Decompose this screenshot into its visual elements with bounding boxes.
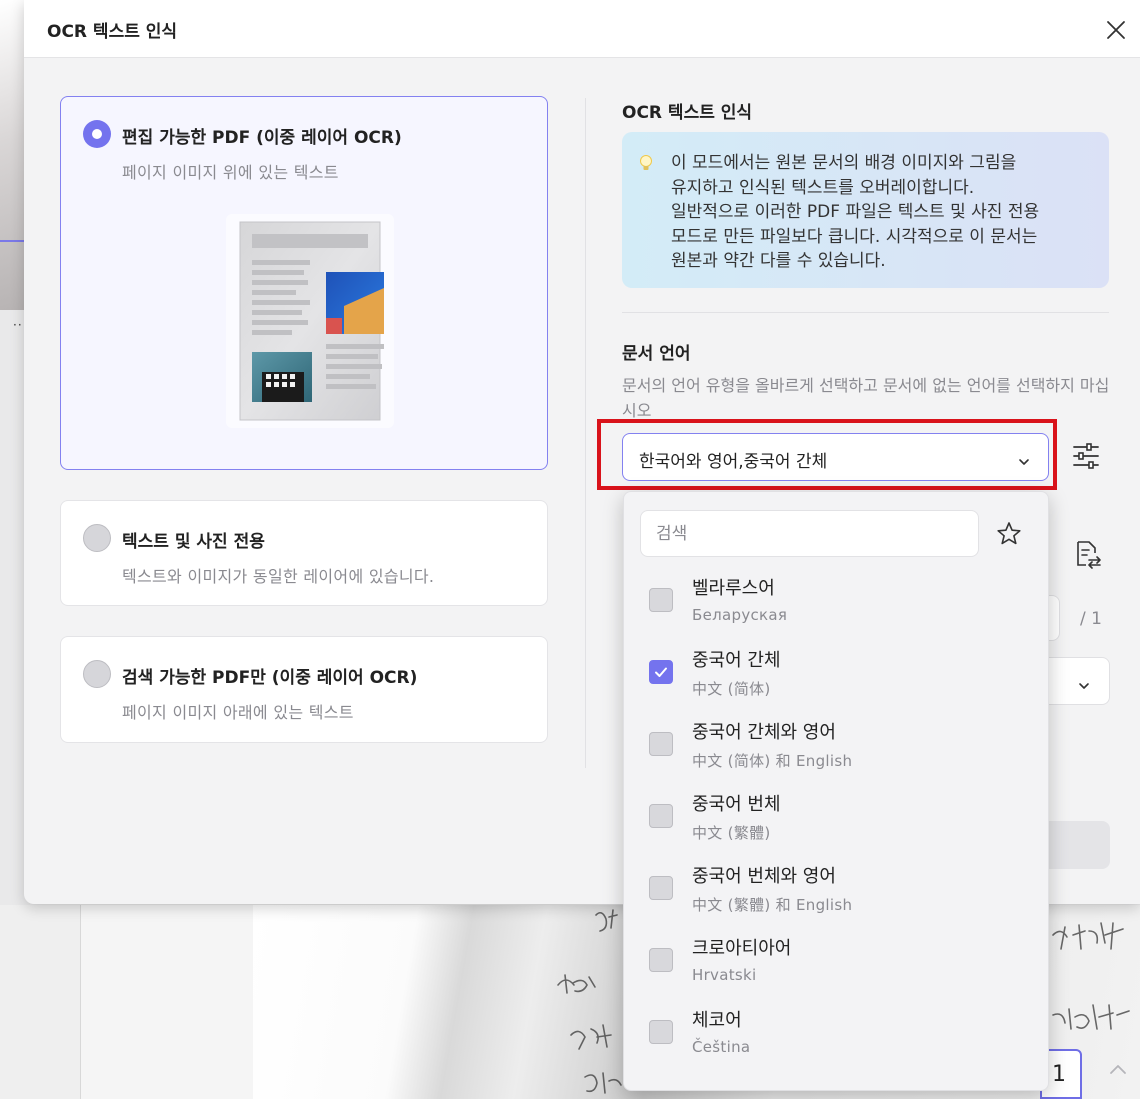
- checkbox-icon[interactable]: [649, 948, 673, 972]
- close-icon: [1107, 21, 1125, 39]
- language-search-input[interactable]: [656, 522, 956, 546]
- lightbulb-icon: [639, 154, 653, 172]
- mode-info-text: 이 모드에서는 원본 문서의 배경 이미지와 그림을 유지하고 인식된 텍스트를…: [671, 151, 1101, 274]
- document-preview-illustration: [226, 214, 394, 428]
- language-native-name: Беларуская: [692, 606, 788, 624]
- language-option[interactable]: 크로아티아어 Hrvatski: [624, 924, 1048, 996]
- checkbox-icon[interactable]: [649, 732, 673, 756]
- radio-icon[interactable]: [83, 524, 111, 552]
- language-select[interactable]: 한국어와 영어,중국어 간체: [622, 433, 1049, 481]
- language-native-name: Čeština: [692, 1038, 751, 1056]
- language-native-name: 中文 (繁體) 和 English: [692, 896, 853, 914]
- language-dropdown: 벨라루스어 Беларуская 중국어 간체 中文 (简体) 중국어 간체와 …: [623, 491, 1049, 1091]
- language-native-name: Hrvatski: [692, 966, 757, 984]
- background-document-page: [80, 905, 255, 1099]
- language-name: 중국어 번체: [692, 794, 781, 815]
- mode-option-description: 페이지 이미지 아래에 있는 텍스트: [122, 703, 354, 722]
- checkbox-icon[interactable]: [649, 876, 673, 900]
- language-hint: 문서의 언어 유형을 올바르게 선택하고 문서에 없는 언어를 선택하지 마십시…: [622, 376, 1110, 420]
- favorites-button[interactable]: [995, 520, 1023, 548]
- language-native-name: 中文 (简体) 和 English: [692, 752, 853, 770]
- mode-option-editable-pdf[interactable]: 편집 가능한 PDF (이중 레이어 OCR) 페이지 이미지 위에 있는 텍스…: [60, 96, 548, 470]
- document-convert-icon[interactable]: [1072, 539, 1102, 569]
- language-option[interactable]: 중국어 번체 中文 (繁體): [624, 780, 1048, 852]
- section-divider: [622, 312, 1109, 313]
- language-name: 체코어: [692, 1010, 742, 1031]
- mode-option-title: 검색 가능한 PDF만 (이중 레이어 OCR): [122, 668, 418, 688]
- settings-sliders-icon: [1073, 443, 1099, 469]
- chevron-down-icon: [1077, 676, 1091, 689]
- language-option[interactable]: 벨라루스어 Беларуская: [624, 564, 1048, 636]
- right-panel-title: OCR 텍스트 인식: [622, 103, 753, 123]
- star-icon: [997, 522, 1021, 545]
- column-divider: [585, 98, 586, 768]
- language-option[interactable]: 체코어 Čeština: [624, 996, 1048, 1068]
- language-name: 벨라루스어: [692, 578, 775, 599]
- mode-option-description: 텍스트와 이미지가 동일한 레이어에 있습니다.: [122, 567, 435, 586]
- language-name: 중국어 간체와 영어: [692, 722, 836, 743]
- mode-option-description: 페이지 이미지 위에 있는 텍스트: [122, 163, 339, 182]
- mode-option-title: 편집 가능한 PDF (이중 레이어 OCR): [122, 128, 402, 148]
- checkbox-icon[interactable]: [649, 1020, 673, 1044]
- language-option[interactable]: 중국어 번체와 영어 中文 (繁體) 和 English: [624, 852, 1048, 924]
- language-settings-button[interactable]: [1070, 440, 1102, 472]
- hidden-action-button[interactable]: [1044, 821, 1110, 869]
- close-button[interactable]: [1101, 15, 1131, 45]
- mode-info-box: 이 모드에서는 원본 문서의 배경 이미지와 그림을 유지하고 인식된 텍스트를…: [622, 132, 1109, 288]
- checkbox-icon-checked[interactable]: [649, 660, 673, 684]
- language-name: 중국어 번체와 영어: [692, 866, 836, 887]
- chevron-down-icon: [1017, 452, 1031, 465]
- language-native-name: 中文 (简体): [692, 680, 771, 698]
- dialog-titlebar: OCR 텍스트 인식: [24, 0, 1140, 58]
- background-page-number: 1: [1052, 1062, 1066, 1087]
- language-name: 크로아티아어: [692, 938, 792, 959]
- language-section-title: 문서 언어: [622, 344, 691, 364]
- dialog-title: OCR 텍스트 인식: [47, 22, 178, 42]
- mode-option-text-and-images[interactable]: 텍스트 및 사진 전용 텍스트와 이미지가 동일한 레이어에 있습니다.: [60, 500, 548, 606]
- background-more-dots: ··: [13, 318, 23, 332]
- language-option[interactable]: 중국어 간체와 영어 中文 (简体) 和 English: [624, 708, 1048, 780]
- info-line: 일반적으로 이러한 PDF 파일은 텍스트 및 사진 전용: [671, 202, 1040, 222]
- info-line: 원본과 약간 다를 수 있습니다.: [671, 251, 886, 271]
- language-native-name: 中文 (繁體): [692, 824, 771, 842]
- info-line: 유지하고 인식된 텍스트를 오버레이합니다.: [671, 177, 975, 198]
- radio-icon[interactable]: [83, 660, 111, 688]
- info-line: 모드로 만든 파일보다 큽니다. 시각적으로 이 문서는: [671, 226, 1038, 247]
- radio-icon-selected[interactable]: [83, 120, 111, 148]
- checkbox-icon[interactable]: [649, 804, 673, 828]
- checkbox-icon[interactable]: [649, 588, 673, 612]
- background-accent-line: [0, 240, 24, 242]
- info-line: 이 모드에서는 원본 문서의 배경 이미지와 그림을: [671, 153, 1017, 173]
- background-image-strip: [0, 0, 24, 310]
- language-option[interactable]: 중국어 간체 中文 (简体): [624, 636, 1048, 708]
- language-search-box: [640, 510, 979, 557]
- page-total: / 1: [1080, 609, 1102, 629]
- chevron-up-icon[interactable]: [1108, 1061, 1128, 1075]
- mode-option-title: 텍스트 및 사진 전용: [122, 532, 265, 552]
- mode-option-searchable-pdf[interactable]: 검색 가능한 PDF만 (이중 레이어 OCR) 페이지 이미지 아래에 있는 …: [60, 636, 548, 743]
- language-name: 중국어 간체: [692, 650, 781, 671]
- language-select-value: 한국어와 영어,중국어 간체: [639, 452, 828, 472]
